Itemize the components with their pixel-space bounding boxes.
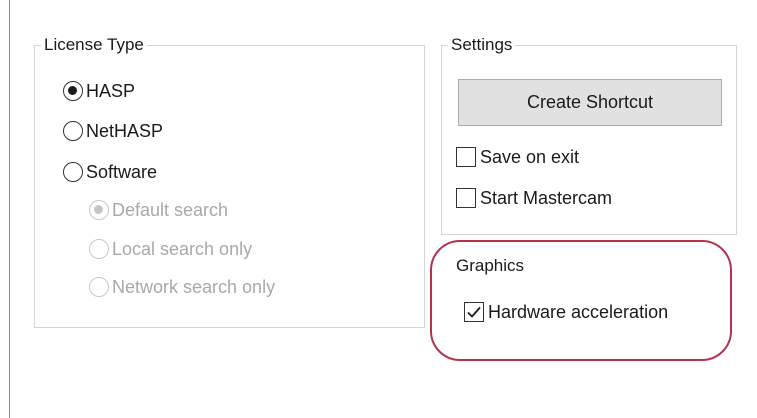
radio-network-search-label: Network search only: [112, 277, 276, 297]
radio-button-icon[interactable]: [63, 162, 83, 182]
radio-default-search-label: Default search: [112, 200, 229, 220]
radio-button-icon: [89, 239, 109, 259]
radio-button-icon[interactable]: [63, 121, 83, 141]
radio-hasp-label: HASP: [86, 81, 136, 101]
radio-nethasp[interactable]: NetHASP: [63, 120, 163, 142]
checkbox-icon[interactable]: [456, 147, 476, 167]
radio-network-search: Network search only: [89, 276, 275, 298]
create-shortcut-label: Create Shortcut: [526, 92, 654, 112]
create-shortcut-button[interactable]: Create Shortcut: [458, 79, 722, 126]
radio-default-search: Default search: [89, 199, 228, 221]
hardware-acceleration-checkbox[interactable]: Hardware acceleration: [464, 301, 668, 323]
start-mastercam-label: Start Mastercam: [480, 188, 613, 208]
radio-software-label: Software: [86, 162, 158, 182]
radio-software[interactable]: Software: [63, 161, 157, 183]
radio-button-icon[interactable]: [63, 81, 83, 101]
start-mastercam-checkbox[interactable]: Start Mastercam: [456, 187, 612, 209]
radio-nethasp-label: NetHASP: [86, 121, 164, 141]
graphics-label: Graphics: [453, 255, 528, 277]
license-type-label: License Type: [41, 34, 147, 56]
checkbox-icon[interactable]: [456, 188, 476, 208]
settings-label: Settings: [448, 34, 516, 56]
hardware-acceleration-label: Hardware acceleration: [488, 302, 669, 322]
radio-hasp[interactable]: HASP: [63, 80, 135, 102]
radio-local-search-label: Local search only: [112, 239, 253, 259]
checkbox-checked-icon[interactable]: [464, 302, 484, 322]
save-on-exit-label: Save on exit: [480, 147, 580, 167]
radio-local-search: Local search only: [89, 238, 252, 260]
radio-button-icon: [89, 277, 109, 297]
radio-button-icon: [89, 200, 109, 220]
save-on-exit-checkbox[interactable]: Save on exit: [456, 146, 579, 168]
